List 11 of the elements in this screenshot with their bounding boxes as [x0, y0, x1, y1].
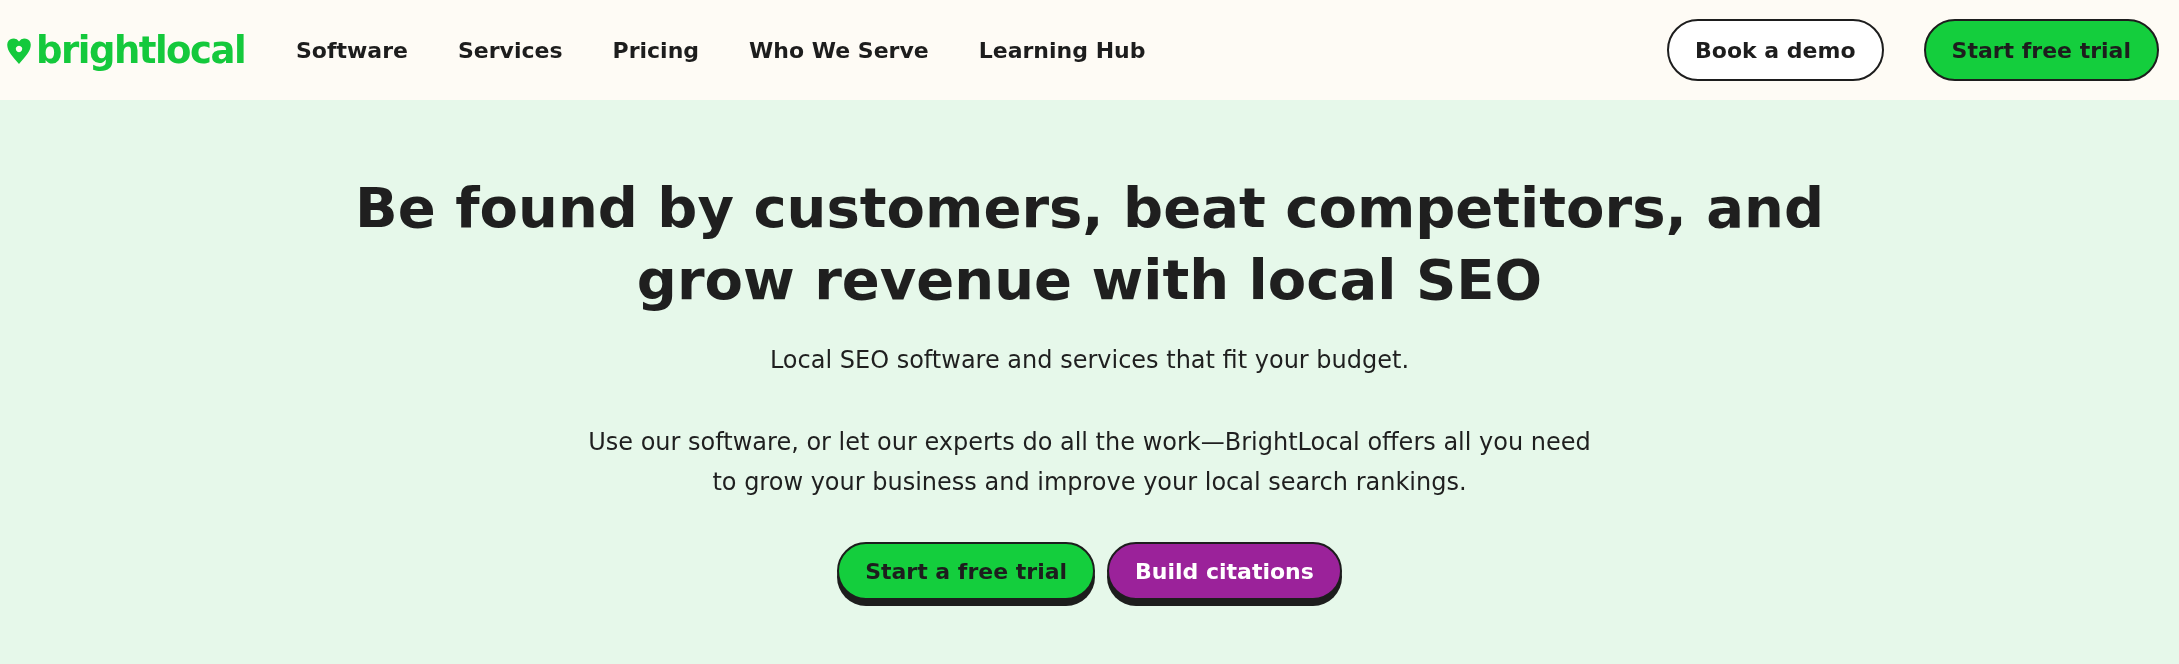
- hero-description: Use our software, or let our experts do all the work—BrightLocal offers all you need to grow your business and improve your local search rankings.: [587, 427, 1592, 498]
- hero-subtitle: Local SEO software and services that fit your budget.: [769, 346, 1410, 374]
- header-button[interactable]: Book a demo: [1667, 19, 1884, 81]
- header-button[interactable]: Start free trial: [1923, 19, 2159, 81]
- nav-link[interactable]: Pricing: [612, 37, 700, 63]
- hero-heading: Be found by customers, beat competitors, and grow revenue with local SEO: [354, 174, 1825, 314]
- nav-link[interactable]: Services: [458, 37, 563, 63]
- pin-heart-icon: [6, 35, 32, 65]
- nav-link[interactable]: Who We Serve: [749, 37, 929, 63]
- nav-link[interactable]: Software: [296, 37, 408, 63]
- nav-link[interactable]: Learning Hub: [978, 37, 1146, 63]
